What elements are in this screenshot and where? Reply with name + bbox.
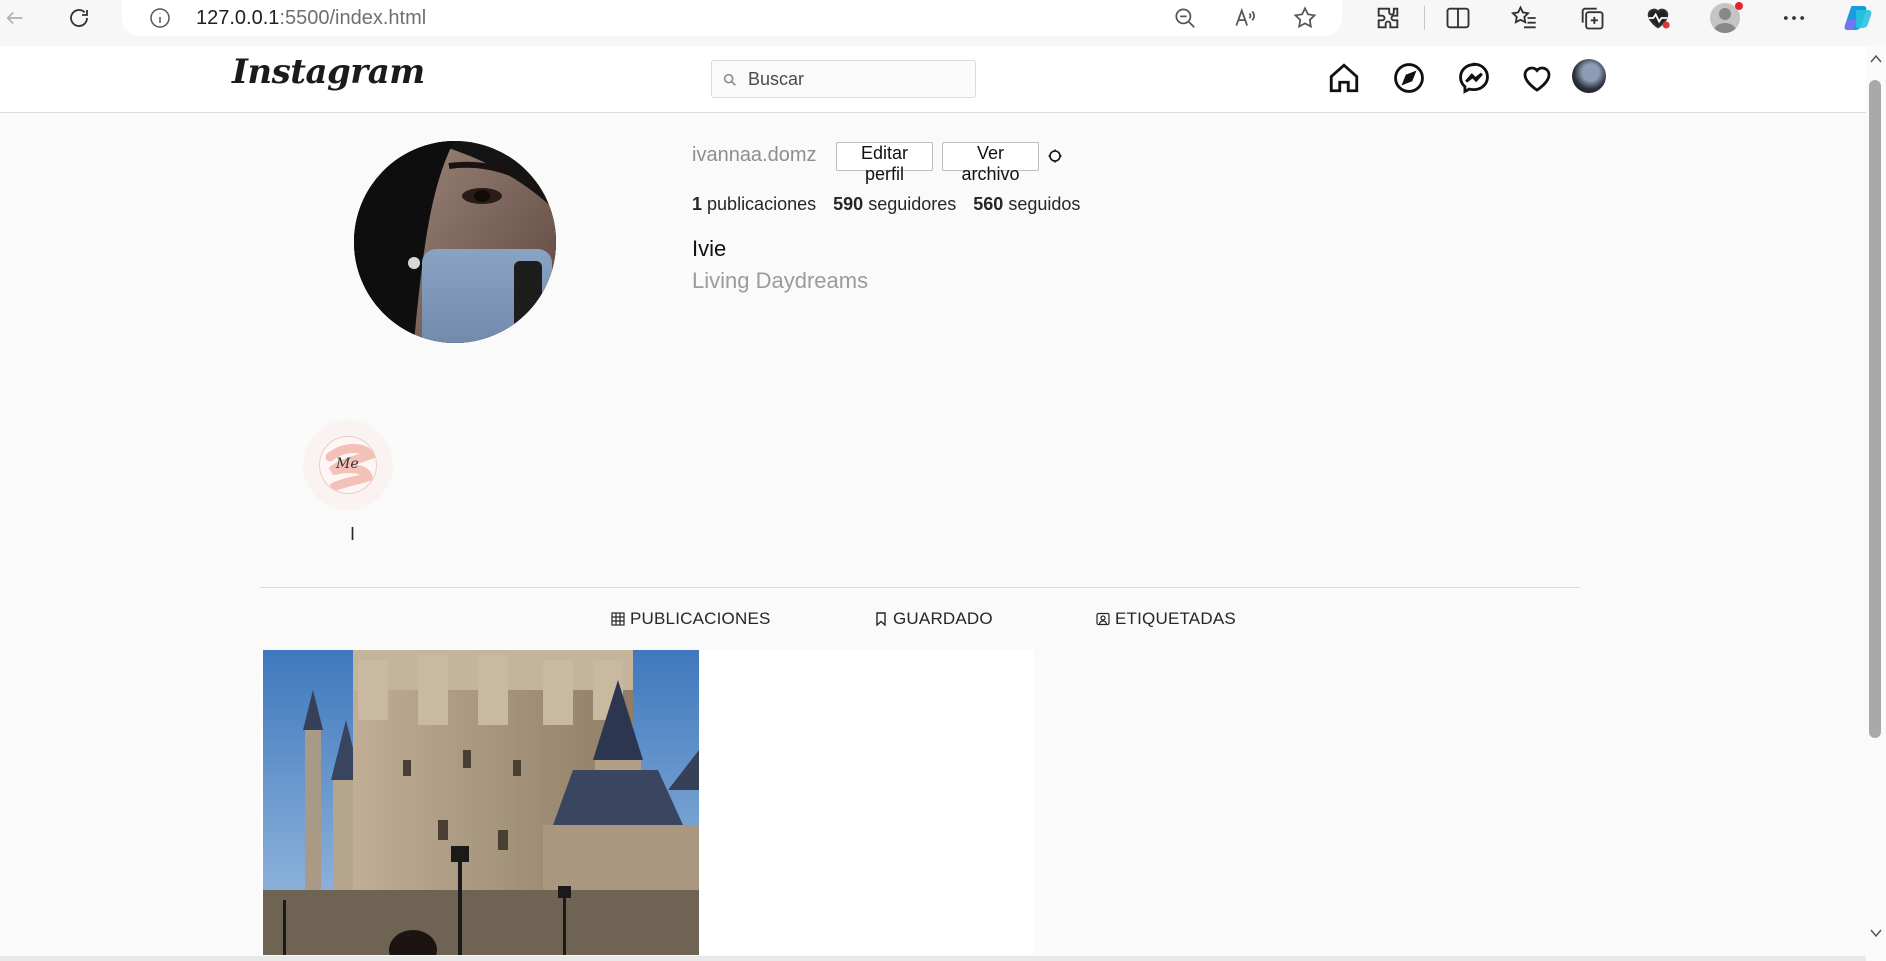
back-button[interactable]	[0, 0, 30, 36]
tag-user-icon	[1096, 612, 1110, 626]
url-path: :5500/index.html	[279, 7, 427, 29]
notification-dot	[1735, 2, 1743, 10]
browser-toolbar: 127.0.0.1:5500/index.html	[0, 0, 1886, 46]
settings-gear-icon[interactable]	[1047, 148, 1063, 164]
page-scrollbar-thumb[interactable]	[1869, 80, 1881, 738]
info-icon[interactable]	[148, 6, 172, 30]
address-bar[interactable]: 127.0.0.1:5500/index.html	[122, 0, 1342, 36]
activity-button[interactable]	[1518, 59, 1556, 97]
explore-button[interactable]	[1390, 59, 1428, 97]
following-stat[interactable]: 560 seguidos	[973, 194, 1080, 214]
url-host: 127.0.0.1	[196, 7, 280, 29]
profile-picture	[354, 141, 556, 343]
extensions-icon[interactable]	[1374, 4, 1402, 32]
home-icon	[1329, 63, 1359, 93]
highlight-cover-text: Me	[336, 456, 359, 472]
zoom-out-icon[interactable]	[1172, 5, 1198, 31]
scroll-up-arrow-icon[interactable]	[1866, 52, 1886, 66]
profile-stats: 1 publicaciones 590 seguidores 560 segui…	[692, 194, 1092, 215]
bottom-edge	[0, 956, 1866, 961]
tabs-divider	[260, 587, 1580, 588]
favorite-star-icon[interactable]	[1292, 5, 1318, 31]
tab-guardado[interactable]: GUARDADO	[874, 609, 993, 629]
search-input[interactable]	[748, 67, 968, 91]
following-count: 560	[973, 194, 1004, 214]
split-screen-icon[interactable]	[1444, 4, 1472, 32]
story-highlight[interactable]: Me	[303, 420, 393, 510]
castle-photo	[263, 650, 699, 955]
toolbar-divider	[1424, 6, 1425, 30]
bookmark-icon	[876, 612, 886, 626]
posts-count: 1	[692, 194, 703, 214]
posts-stat[interactable]: 1 publicaciones	[692, 194, 816, 214]
posts-label: publicaciones	[707, 194, 817, 214]
read-aloud-icon[interactable]	[1232, 5, 1258, 31]
more-options-icon[interactable]	[1780, 4, 1808, 32]
followers-count: 590	[833, 194, 864, 214]
tab-etiquetadas[interactable]: ETIQUETADAS	[1096, 609, 1236, 629]
grid-icon	[611, 612, 625, 626]
arrow-left-icon	[6, 11, 23, 25]
browser-essentials-icon[interactable]	[1644, 4, 1672, 32]
highlight-cover: Me	[319, 436, 377, 494]
profile-username: ivannaa.domz	[692, 144, 817, 166]
url-text[interactable]: 127.0.0.1:5500/index.html	[196, 7, 426, 30]
instagram-header: Instagram	[0, 46, 1866, 113]
search-box[interactable]	[711, 60, 976, 98]
search-icon	[723, 73, 736, 86]
following-label: seguidos	[1008, 194, 1081, 214]
refresh-button[interactable]	[62, 0, 96, 36]
instagram-logo[interactable]: Instagram	[232, 52, 425, 92]
refresh-icon	[70, 9, 88, 27]
copilot-icon[interactable]	[1842, 2, 1874, 34]
followers-stat[interactable]: 590 seguidores	[833, 194, 956, 214]
tab-label: ETIQUETADAS	[1115, 609, 1236, 628]
messenger-icon	[1459, 62, 1489, 94]
followers-label: seguidores	[868, 194, 957, 214]
scroll-down-arrow-icon[interactable]	[1866, 926, 1886, 940]
highlight-label: I	[350, 524, 356, 544]
favorites-icon[interactable]	[1510, 4, 1538, 32]
home-button[interactable]	[1325, 59, 1363, 97]
compass-icon	[1394, 63, 1424, 93]
post-thumbnail[interactable]	[263, 650, 699, 955]
tab-publicaciones[interactable]: PUBLICACIONES	[611, 609, 771, 629]
tab-label: PUBLICACIONES	[630, 609, 771, 628]
messenger-button[interactable]	[1455, 59, 1493, 97]
tab-label: GUARDADO	[893, 609, 993, 628]
profile-photo	[354, 141, 556, 343]
edit-profile-button[interactable]: Editar perfil	[836, 142, 933, 184]
view-archive-button[interactable]: Ver archivo	[942, 142, 1039, 184]
nav-profile-avatar[interactable]	[1572, 59, 1606, 93]
collections-icon[interactable]	[1578, 4, 1606, 32]
profile-bio: Living Daydreams	[692, 268, 869, 293]
profile-full-name: Ivie	[692, 236, 727, 261]
heart-icon	[1523, 66, 1551, 92]
